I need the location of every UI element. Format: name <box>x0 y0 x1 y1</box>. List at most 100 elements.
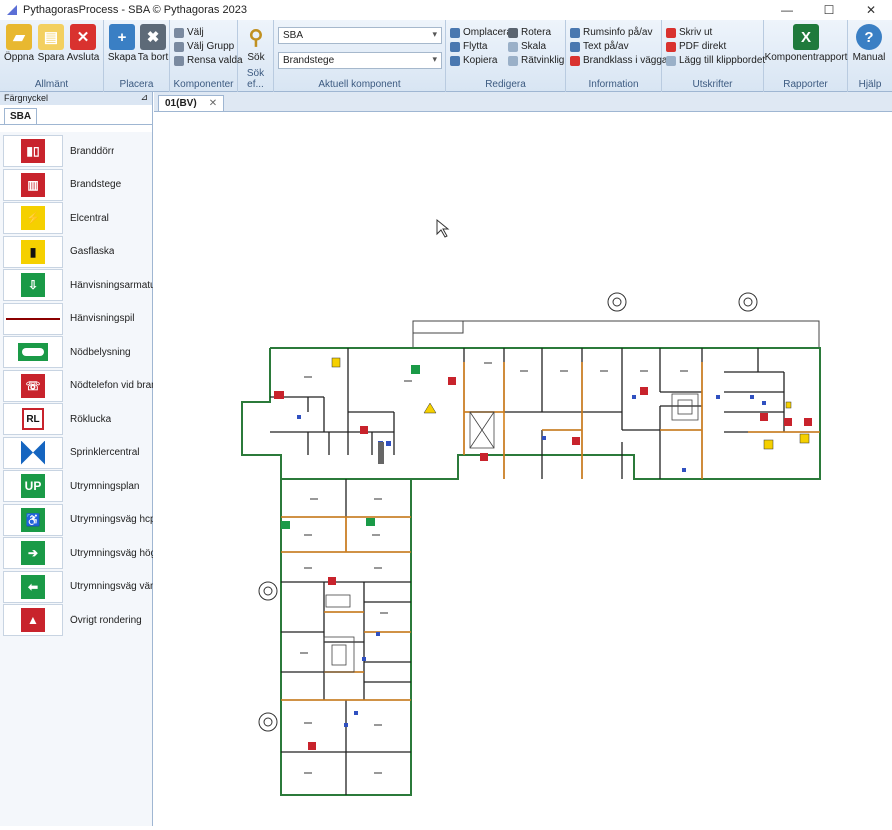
building-outline <box>241 347 821 796</box>
title-bar: PythagorasProcess - SBA © Pythagoras 202… <box>0 0 892 20</box>
folder-icon: ▰ <box>6 24 32 50</box>
legend-item[interactable]: Hänvisningspil <box>3 302 153 336</box>
fire-class-toggle[interactable]: Brandklass i väggar <box>570 54 671 67</box>
print-button[interactable]: Skriv ut <box>666 26 712 39</box>
fire-ladder-icon: ▥ <box>3 168 63 201</box>
group-label-rapporter: Rapporter <box>783 79 828 90</box>
select-group-button[interactable]: Välj Grupp <box>174 40 234 53</box>
group-allmant: ▰ Öppna ▤ Spara ✕ Avsluta Allmänt <box>0 20 104 92</box>
group-label-aktuell: Aktuell komponent <box>318 79 401 90</box>
legend-item[interactable]: Nödbelysning <box>3 335 153 369</box>
legend-label: Utrymningsväg hcp <box>70 514 153 525</box>
orthogonal-button[interactable]: Rätvinklig <box>508 54 564 67</box>
exit-right-icon: ➔ <box>3 537 63 569</box>
legend-item[interactable]: ▥ Brandstege <box>3 168 153 202</box>
scale-icon <box>508 41 518 52</box>
group-placera: + Skapa ✖ Ta bort Placera <box>104 20 170 92</box>
exit-sign-icon: ⇩ <box>3 269 63 301</box>
clipboard-icon <box>666 55 676 66</box>
room-info-toggle[interactable]: Rumsinfo på/av <box>570 26 652 39</box>
guidance-arrow-icon-glyph <box>6 317 60 320</box>
legend-list: ▮▯ Branddörr ▥ Brandstege ⚡ Elcentral ▮ Gasflas… <box>0 132 153 826</box>
fire-walls <box>281 362 820 701</box>
panel-tabs: SBA <box>0 105 152 125</box>
move-icon <box>450 41 460 52</box>
close-button[interactable]: ✕ <box>850 0 892 20</box>
pdf-icon <box>666 41 676 52</box>
component-report-button[interactable]: X Komponentrapport <box>764 24 848 63</box>
legend-item[interactable]: ▮ Gasflaska <box>3 235 153 269</box>
relocate-icon <box>450 27 460 38</box>
rotate-icon <box>508 27 518 38</box>
legend-label: Elcentral <box>70 212 109 224</box>
legend-label: Röklucka <box>70 413 112 425</box>
legend-label: Nödtelefon vid brand <box>70 380 153 391</box>
legend-item[interactable]: ⚡ Elcentral <box>3 201 153 235</box>
group-label-utskrifter: Utskrifter <box>692 79 733 90</box>
legend-item[interactable]: ▮▯ Branddörr <box>3 134 153 168</box>
smoke-hatch-icon-glyph: RL <box>22 408 44 430</box>
staircases <box>323 393 699 673</box>
pdf-button[interactable]: PDF direkt <box>666 40 726 53</box>
smoke-hatch-icon: RL <box>3 403 63 435</box>
evacuation-plan-icon: UP <box>3 470 63 502</box>
exit-left-icon: ⬅ <box>3 570 63 603</box>
create-button[interactable]: + Skapa <box>105 24 139 63</box>
legend-item[interactable]: ▲ Övrigt rondering <box>3 603 153 637</box>
group-label-komponenter: Komponenter <box>173 79 234 90</box>
group-label-sok: Sök ef... <box>246 68 265 90</box>
manual-button[interactable]: ? Manual <box>852 24 886 63</box>
select-button[interactable]: Välj <box>174 26 204 39</box>
text-toggle[interactable]: Text på/av <box>570 40 629 53</box>
legend-item[interactable]: ♿ Utrymningsväg hcp <box>3 503 153 537</box>
save-button[interactable]: ▤ Spara <box>34 24 68 63</box>
electric-warning-icon: ⚡ <box>3 202 63 234</box>
clear-selection-button[interactable]: Rensa valda <box>174 54 243 67</box>
move-button[interactable]: Flytta <box>450 40 487 53</box>
legend-item[interactable]: ⬅ Utrymningsväg vänster <box>3 570 153 604</box>
gas-cylinder-icon: ▮ <box>3 235 63 268</box>
group-label-allmant: Allmänt <box>34 79 69 90</box>
category-select[interactable]: SBA ▾ <box>278 27 442 44</box>
help-icon: ? <box>856 24 882 50</box>
legend-item[interactable]: ➔ Utrymningsväg höger <box>3 536 153 570</box>
drawing-area: 01(BV) ✕ <box>154 92 892 826</box>
legend-label: Utrymningsväg höger <box>70 547 153 559</box>
exit-left-icon-glyph: ⬅ <box>21 574 45 599</box>
legend-item[interactable]: RL Röklucka <box>3 402 153 436</box>
legend-label: Branddörr <box>70 145 115 157</box>
pin-icon[interactable]: ⊿ <box>140 92 148 103</box>
legend-item[interactable]: ⇩ Hänvisningsarmatur <box>3 268 153 302</box>
legend-label: Övrigt rondering <box>70 614 142 626</box>
floor-plan-canvas[interactable] <box>154 111 892 826</box>
relocate-button[interactable]: Omplacera <box>450 26 512 39</box>
legend-item[interactable]: UP Utrymningsplan <box>3 469 153 503</box>
orthogonal-icon <box>508 55 518 66</box>
group-aktuell: SBA ▾ Brandstege ▾ Aktuell komponent <box>274 20 446 92</box>
exit-button[interactable]: ✕ Avsluta <box>66 24 100 63</box>
delete-button[interactable]: ✖ Ta bort <box>136 24 170 63</box>
scale-button[interactable]: Skala <box>508 40 546 53</box>
rotate-button[interactable]: Rotera <box>508 26 551 39</box>
excel-icon: X <box>793 24 819 50</box>
component-select[interactable]: Brandstege ▾ <box>278 52 442 69</box>
exit-hcp-icon: ♿ <box>3 503 63 536</box>
tab-sba[interactable]: SBA <box>4 108 38 124</box>
group-label-hjalp: Hjälp <box>858 79 882 90</box>
open-button[interactable]: ▰ Öppna <box>2 24 36 63</box>
interior-walls <box>270 348 820 479</box>
maximize-button[interactable]: ☐ <box>808 0 850 20</box>
legend-item[interactable]: ☏ Nödtelefon vid brand <box>3 369 153 403</box>
legend-item[interactable]: Sprinklercentral <box>3 436 153 470</box>
clipboard-button[interactable]: Lägg till klippbordet <box>666 54 765 67</box>
document-tabs: 01(BV) ✕ <box>154 92 892 111</box>
copy-button[interactable]: Kopiera <box>450 54 497 67</box>
group-information: Rumsinfo på/av Text på/av Brandklass i v… <box>566 20 671 92</box>
search-button[interactable]: ⚲ Sök <box>239 24 273 64</box>
group-label-redigera: Redigera <box>485 79 526 90</box>
exit-right-icon-glyph: ➔ <box>21 541 45 565</box>
minimize-button[interactable]: — <box>766 0 808 20</box>
tab-document[interactable]: 01(BV) ✕ <box>158 95 225 111</box>
close-tab-icon[interactable]: ✕ <box>209 98 217 109</box>
ribbon: ▰ Öppna ▤ Spara ✕ Avsluta Allmänt + Skap… <box>0 20 892 92</box>
